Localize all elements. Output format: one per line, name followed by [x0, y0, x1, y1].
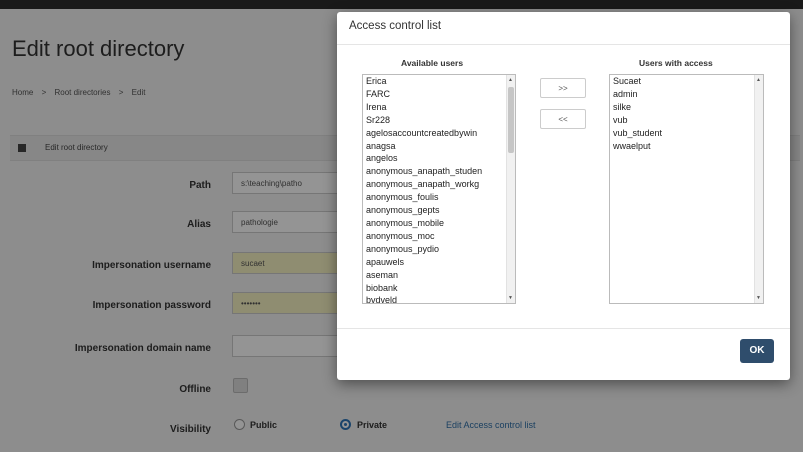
- list-item[interactable]: apauwels: [363, 256, 515, 269]
- modal-divider: [337, 44, 790, 45]
- list-item[interactable]: anonymous_moc: [363, 230, 515, 243]
- list-item[interactable]: aseman: [363, 269, 515, 282]
- list-item[interactable]: anonymous_foulis: [363, 191, 515, 204]
- list-item[interactable]: anonymous_anapath_studen: [363, 165, 515, 178]
- list-item[interactable]: bvdveld: [363, 294, 515, 303]
- available-users-header: Available users: [401, 58, 464, 68]
- list-item[interactable]: anonymous_anapath_workg: [363, 178, 515, 191]
- list-item[interactable]: anonymous_pydio: [363, 243, 515, 256]
- access-control-modal: Access control list Available users User…: [337, 12, 790, 380]
- users-with-access-scrollbar[interactable]: ▲ ▼: [754, 75, 763, 303]
- list-item[interactable]: silke: [610, 101, 763, 114]
- add-user-button[interactable]: >>: [540, 78, 586, 98]
- users-with-access-header: Users with access: [639, 58, 713, 68]
- list-item[interactable]: anagsa: [363, 140, 515, 153]
- available-users-list[interactable]: Erica FARC Irena Sr228 agelosaccountcreatedb…: [362, 74, 516, 304]
- ok-button[interactable]: OK: [740, 339, 774, 363]
- list-item[interactable]: Erica: [363, 75, 515, 88]
- remove-user-button[interactable]: <<: [540, 109, 586, 129]
- list-item[interactable]: vub_student: [610, 127, 763, 140]
- list-item[interactable]: Irena: [363, 101, 515, 114]
- modal-title: Access control list: [349, 20, 442, 32]
- scroll-thumb[interactable]: [508, 87, 514, 153]
- list-item[interactable]: biobank: [363, 282, 515, 295]
- modal-footer-divider: [337, 328, 790, 329]
- scroll-down-icon[interactable]: ▼: [756, 295, 761, 301]
- scroll-up-icon[interactable]: ▲: [756, 77, 761, 83]
- list-item[interactable]: wwaelput: [610, 140, 763, 153]
- list-item[interactable]: anonymous_mobile: [363, 217, 515, 230]
- list-item[interactable]: angelos: [363, 152, 515, 165]
- scroll-down-icon[interactable]: ▼: [508, 295, 513, 301]
- list-item[interactable]: agelosaccountcreatedbywin: [363, 127, 515, 140]
- list-item[interactable]: anonymous_gepts: [363, 204, 515, 217]
- list-item[interactable]: admin: [610, 88, 763, 101]
- list-item[interactable]: Sucaet: [610, 75, 763, 88]
- list-item[interactable]: Sr228: [363, 114, 515, 127]
- list-item[interactable]: vub: [610, 114, 763, 127]
- users-with-access-list[interactable]: Sucaet admin silke vub vub_student wwaelput ▲…: [609, 74, 764, 304]
- list-item[interactable]: FARC: [363, 88, 515, 101]
- scroll-up-icon[interactable]: ▲: [508, 77, 513, 83]
- available-users-scrollbar[interactable]: ▲ ▼: [506, 75, 515, 303]
